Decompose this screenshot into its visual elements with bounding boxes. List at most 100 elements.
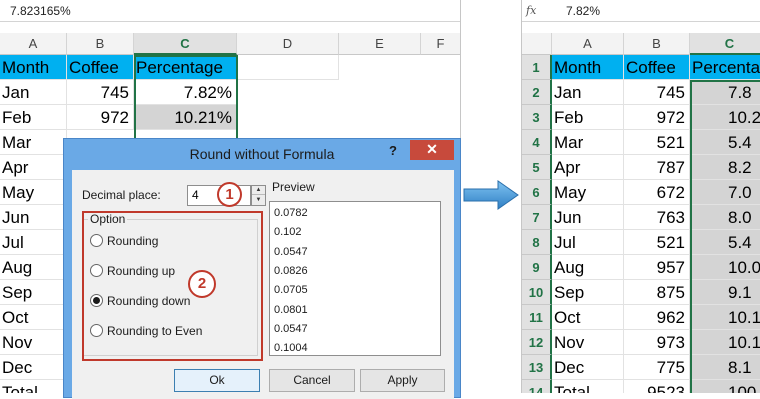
month-cell[interactable]: Oct xyxy=(0,305,67,330)
formula-bar[interactable]: 7.823165% xyxy=(0,0,460,22)
formula-bar-right[interactable]: fx 7.82% xyxy=(522,0,760,22)
month-cell[interactable]: Nov xyxy=(0,330,67,355)
column-header-d[interactable]: D xyxy=(237,33,339,55)
month-cell[interactable]: Feb xyxy=(0,105,67,130)
row-header[interactable]: 13 xyxy=(522,355,552,380)
percentage-cell[interactable]: 8.2 xyxy=(690,155,760,180)
month-cell[interactable]: Jan xyxy=(552,80,624,105)
column-header-c[interactable]: C xyxy=(134,33,237,55)
coffee-cell[interactable]: 787 xyxy=(624,155,690,180)
row-header[interactable]: 4 xyxy=(522,130,552,155)
column-header-e[interactable]: E xyxy=(339,33,421,55)
percentage-cell[interactable]: 10.2 xyxy=(690,105,760,130)
decimal-place-spinner[interactable]: ▲ ▼ xyxy=(251,185,266,206)
row-header[interactable]: 14 xyxy=(522,380,552,393)
row-header[interactable]: 11 xyxy=(522,305,552,330)
spin-down-icon[interactable]: ▼ xyxy=(252,196,265,205)
percentage-cell[interactable]: 10.1 xyxy=(690,330,760,355)
column-header-a[interactable]: A xyxy=(552,33,624,55)
row-header[interactable]: 8 xyxy=(522,230,552,255)
coffee-cell[interactable]: 972 xyxy=(67,105,134,130)
formula-value-right[interactable]: 7.82% xyxy=(566,0,600,22)
coffee-cell[interactable]: 875 xyxy=(624,280,690,305)
month-cell[interactable]: Jul xyxy=(552,230,624,255)
month-cell[interactable]: Sep xyxy=(552,280,624,305)
column-header-f[interactable]: F xyxy=(421,33,460,55)
fx-icon[interactable]: fx xyxy=(526,0,546,22)
coffee-cell[interactable]: 972 xyxy=(624,105,690,130)
row-header[interactable]: 1 xyxy=(522,55,552,80)
column-header-b[interactable]: B xyxy=(67,33,134,55)
percentage-cell[interactable]: 10.0 xyxy=(690,255,760,280)
coffee-cell[interactable]: 521 xyxy=(624,230,690,255)
percentage-cell[interactable]: 10.1 xyxy=(690,305,760,330)
month-cell[interactable]: May xyxy=(552,180,624,205)
ok-button[interactable]: Ok xyxy=(174,369,260,392)
empty-cell[interactable] xyxy=(237,55,339,80)
percentage-cell[interactable]: 10.21% xyxy=(134,105,237,130)
month-cell[interactable]: May xyxy=(0,180,67,205)
month-cell[interactable]: Total xyxy=(0,380,67,393)
row-header[interactable]: 6 xyxy=(522,180,552,205)
month-cell[interactable]: Jun xyxy=(552,205,624,230)
month-cell[interactable]: Aug xyxy=(552,255,624,280)
coffee-cell[interactable]: 775 xyxy=(624,355,690,380)
close-button[interactable]: ✕ xyxy=(410,140,454,160)
coffee-cell[interactable]: 521 xyxy=(624,130,690,155)
percentage-cell[interactable]: 8.0 xyxy=(690,205,760,230)
spin-up-icon[interactable]: ▲ xyxy=(252,186,265,195)
header-cell-pct[interactable]: Percentage xyxy=(134,55,237,80)
formula-value[interactable]: 7.823165% xyxy=(10,0,71,22)
month-cell[interactable]: Total xyxy=(552,380,624,393)
coffee-cell[interactable]: 672 xyxy=(624,180,690,205)
row-header[interactable]: 2 xyxy=(522,80,552,105)
header-cell-month[interactable]: Month xyxy=(552,55,624,80)
month-cell[interactable]: Dec xyxy=(552,355,624,380)
help-button[interactable]: ? xyxy=(389,143,397,158)
month-cell[interactable]: Apr xyxy=(552,155,624,180)
row-header[interactable]: 5 xyxy=(522,155,552,180)
select-all-corner[interactable] xyxy=(522,33,552,55)
month-cell[interactable]: Sep xyxy=(0,280,67,305)
header-cell-coffee[interactable]: Coffee xyxy=(67,55,134,80)
column-header-b[interactable]: B xyxy=(624,33,690,55)
month-cell[interactable]: Jan xyxy=(0,80,67,105)
preview-list[interactable]: 0.0782 0.102 0.0547 0.0826 0.0705 0.0801 0.054… xyxy=(269,201,441,356)
percentage-cell[interactable]: 8.1 xyxy=(690,355,760,380)
month-cell[interactable]: Mar xyxy=(552,130,624,155)
percentage-cell[interactable]: 7.82% xyxy=(134,80,237,105)
row-header[interactable]: 12 xyxy=(522,330,552,355)
coffee-cell[interactable]: 973 xyxy=(624,330,690,355)
coffee-cell[interactable]: 745 xyxy=(624,80,690,105)
coffee-cell[interactable]: 962 xyxy=(624,305,690,330)
row-header[interactable]: 7 xyxy=(522,205,552,230)
cancel-button[interactable]: Cancel xyxy=(269,369,355,392)
month-cell[interactable]: Nov xyxy=(552,330,624,355)
percentage-cell[interactable]: 7.0 xyxy=(690,180,760,205)
header-cell-month[interactable]: Month xyxy=(0,55,67,80)
percentage-cell[interactable]: 9.1 xyxy=(690,280,760,305)
apply-button[interactable]: Apply xyxy=(360,369,445,392)
month-cell[interactable]: Mar xyxy=(0,130,67,155)
month-cell[interactable]: Aug xyxy=(0,255,67,280)
row-header[interactable]: 10 xyxy=(522,280,552,305)
column-header-a[interactable]: A xyxy=(0,33,67,55)
percentage-cell[interactable]: 5.4 xyxy=(690,130,760,155)
row-header[interactable]: 3 xyxy=(522,105,552,130)
coffee-cell[interactable]: 745 xyxy=(67,80,134,105)
month-cell[interactable]: Feb xyxy=(552,105,624,130)
percentage-cell[interactable]: 100.0 xyxy=(690,380,760,393)
coffee-cell[interactable]: 9523 xyxy=(624,380,690,393)
header-cell-coffee[interactable]: Coffee xyxy=(624,55,690,80)
month-cell[interactable]: Jul xyxy=(0,230,67,255)
row-header[interactable]: 9 xyxy=(522,255,552,280)
column-header-c[interactable]: C xyxy=(690,33,760,55)
coffee-cell[interactable]: 763 xyxy=(624,205,690,230)
month-cell[interactable]: Dec xyxy=(0,355,67,380)
coffee-cell[interactable]: 957 xyxy=(624,255,690,280)
dialog-titlebar[interactable]: Round without Formula ? ✕ xyxy=(64,139,460,169)
month-cell[interactable]: Oct xyxy=(552,305,624,330)
percentage-cell[interactable]: 5.4 xyxy=(690,230,760,255)
month-cell[interactable]: Apr xyxy=(0,155,67,180)
header-cell-pct[interactable]: Percenta xyxy=(690,55,760,80)
